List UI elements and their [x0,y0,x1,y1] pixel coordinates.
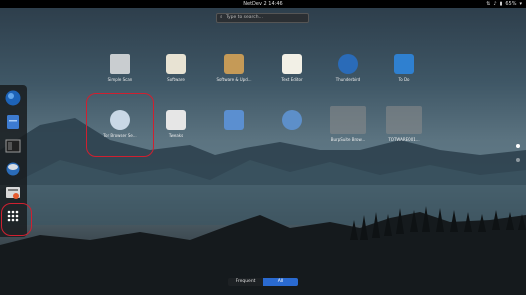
page-indicator-1[interactable] [516,144,520,148]
todo-check-icon [394,54,414,74]
app-thunderbird[interactable]: Thunderbird [318,54,378,82]
app-label: Text Editor [281,77,303,82]
app-label: Simple Scan [107,77,133,82]
package-icon [224,54,244,74]
tweaks-icon [166,110,186,130]
top-bar: NetDev 2 14:46 ⇅ ♪ ▮ 65% ▾ [0,0,526,8]
app-view-switcher: Frequent All [228,278,298,286]
globe-icon [282,110,302,130]
scanner-icon [110,54,130,74]
search-placeholder: Type to search... [225,15,263,20]
page-indicator-2[interactable] [516,158,520,162]
software-center-icon [166,54,186,74]
app-folder-totware[interactable]: TOTWARE001... [374,106,434,142]
app-label: Tor Browser Se... [103,133,137,138]
text-editor-icon [282,54,302,74]
search-input[interactable]: ⌕ Type to search... [216,13,309,23]
app-label: Thunderbird [335,77,361,82]
tab-all[interactable]: All [263,278,298,286]
mountain-wallpaper [0,118,526,295]
app-server[interactable] [204,110,264,133]
burp-folder-icon [330,106,366,134]
server-icon [224,110,244,130]
app-folder-burpsuite[interactable]: BurpSuite Brow... [318,106,378,142]
software-icon[interactable] [4,183,22,201]
search-icon: ⌕ [220,15,223,20]
menu-chevron-icon: ▾ [519,1,522,7]
files-icon[interactable] [4,113,22,131]
network-icon: ⇅ [486,1,491,7]
app-label: BurpSuite Brow... [330,137,366,142]
app-software[interactable]: Software [146,54,206,82]
firefox-icon[interactable] [4,89,22,107]
app-tor-browser[interactable]: Tor Browser Se... [90,110,150,138]
clock[interactable]: NetDev 2 14:46 [0,0,526,8]
app-software-updates[interactable]: Software & Upd... [204,54,264,82]
thunderbird-icon[interactable] [4,159,22,177]
annotation-highlight-show-apps [1,203,32,236]
app-label: Tweaks [168,133,184,138]
app-label: Software & Upd... [216,77,252,82]
battery-percent: 65% [505,1,517,7]
app-tweaks[interactable]: Tweaks [146,110,206,138]
app-simple-scan[interactable]: Simple Scan [90,54,150,82]
tor-browser-icon [110,110,130,130]
app-text-editor[interactable]: Text Editor [262,54,322,82]
app-to-do[interactable]: To Do [374,54,434,82]
volume-icon: ♪ [493,1,497,7]
app-label: TOTWARE001... [388,137,420,142]
tab-frequent[interactable]: Frequent [228,278,263,286]
app-label: Software [167,77,185,82]
terminal-icon[interactable] [4,137,22,155]
app-folder-icon [386,106,422,134]
app-globe[interactable] [262,110,322,133]
app-label: To Do [398,77,410,82]
thunderbird-icon [338,54,358,74]
system-status-area[interactable]: ⇅ ♪ ▮ 65% ▾ [486,0,522,8]
battery-icon: ▮ [499,1,503,7]
